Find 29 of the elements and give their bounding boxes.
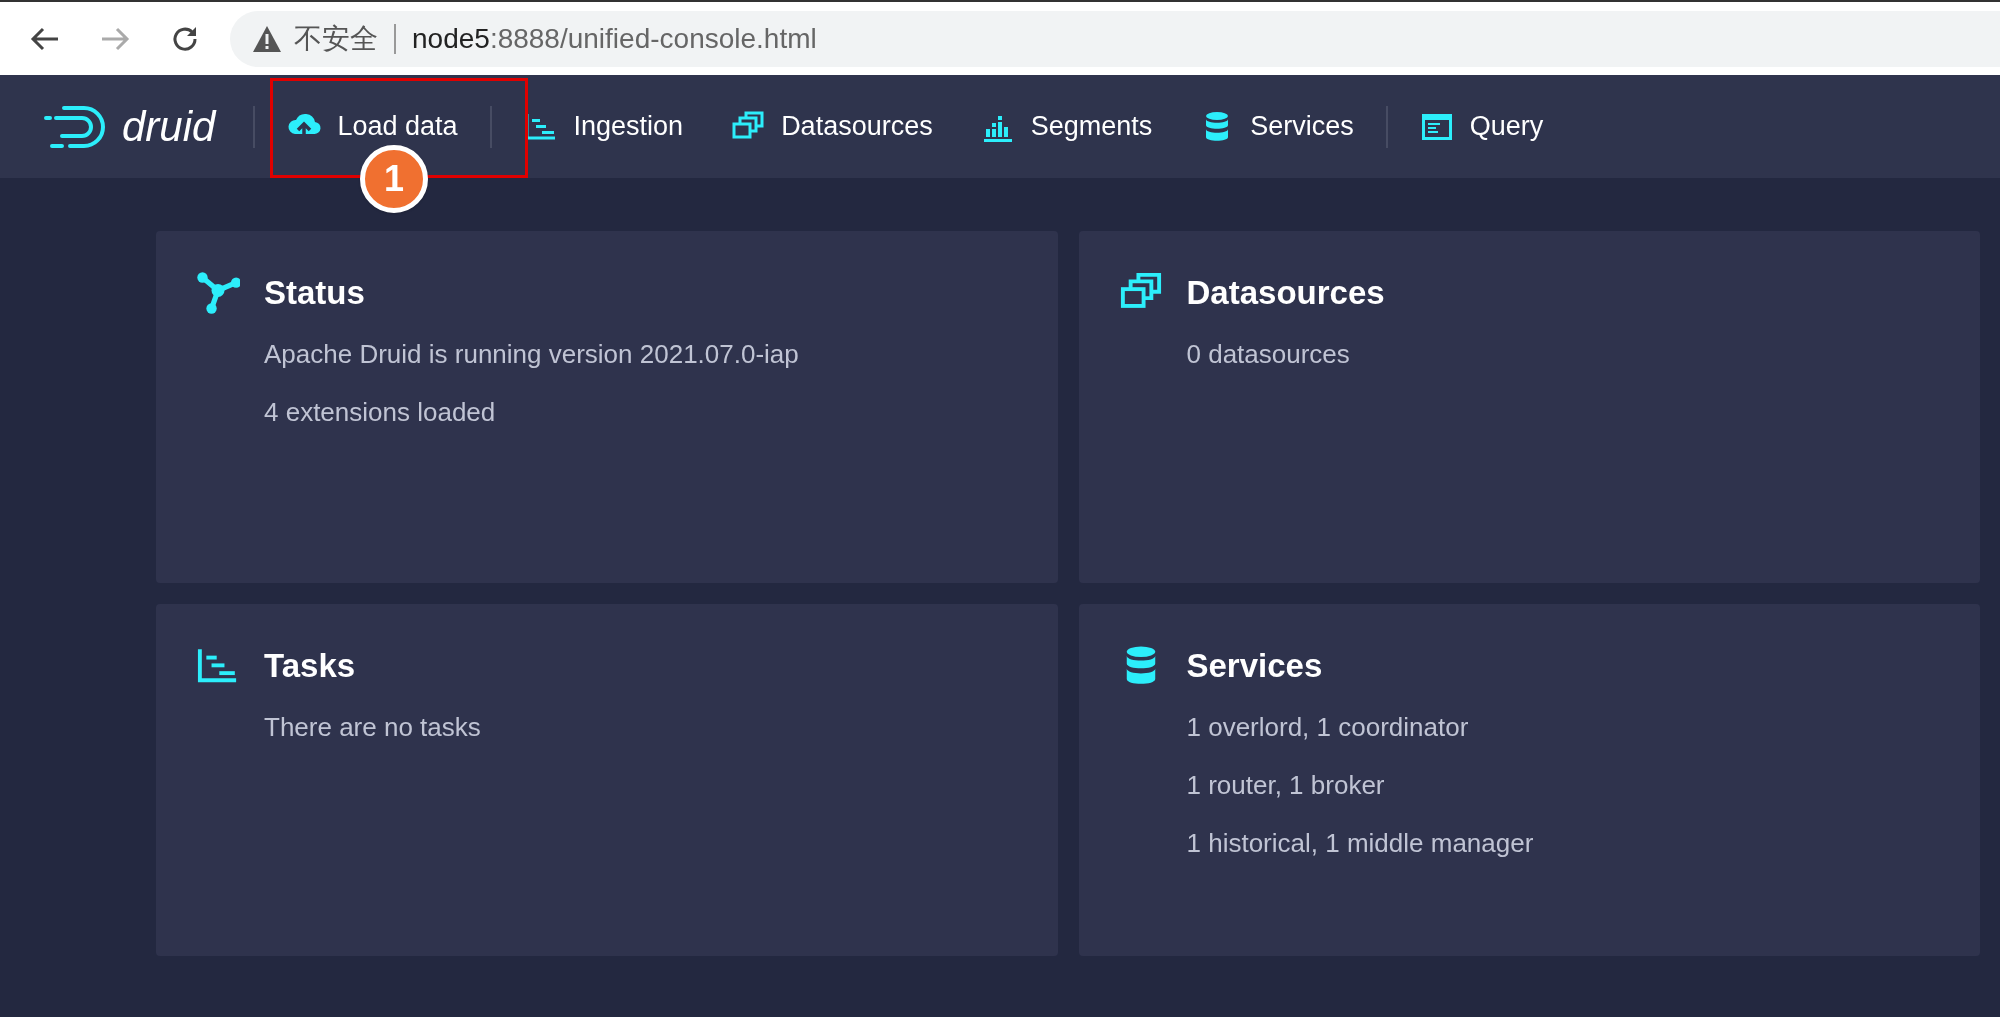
nav-tab[interactable]: Load data xyxy=(263,108,482,145)
card[interactable]: Status Apache Druid is running version 2021.07.0-iap 4 extensions loaded xyxy=(156,231,1058,583)
warning-icon xyxy=(252,24,282,53)
card-text: 1 router, 1 broker xyxy=(1186,769,1386,802)
step-number: 1 xyxy=(360,145,428,213)
card-title: Status xyxy=(264,273,366,313)
card-text: Apache Druid is running version 2021.07.0-iap xyxy=(264,338,799,371)
card[interactable]: Services 1 overlord, 1 coordinator 1 router, 1 broker 1 historical, 1 middle manager xyxy=(1078,604,1980,956)
card-title: Services xyxy=(1186,646,1324,686)
card-title: Datasources xyxy=(1186,273,1385,313)
nav-tab[interactable]: Services xyxy=(1176,108,1378,145)
address-bar[interactable]: 不安全 node5:8888/unified-console.html xyxy=(230,10,2000,67)
back-icon[interactable] xyxy=(30,25,60,52)
card-text: 1 overlord, 1 coordinator xyxy=(1186,711,1470,744)
card-text: 0 datasources xyxy=(1186,338,1351,371)
card-text: 1 historical, 1 middle manager xyxy=(1186,827,1534,860)
url-text: node5:8888/unified-console.html xyxy=(412,21,817,56)
card[interactable]: Datasources 0 datasources xyxy=(1078,231,1980,583)
nav-tab[interactable]: Ingestion xyxy=(499,108,708,145)
network-nodes-icon xyxy=(196,271,240,315)
security-label: 不安全 xyxy=(294,21,378,56)
card-text: 4 extensions loaded xyxy=(264,396,497,429)
card-text: There are no tasks xyxy=(264,711,481,744)
card[interactable]: Tasks There are no tasks xyxy=(156,604,1058,956)
nav-tab[interactable]: Segments xyxy=(956,108,1177,145)
card-title: Tasks xyxy=(264,646,357,686)
logo-text[interactable]: druid xyxy=(122,95,216,158)
nav-tab[interactable]: Datasources xyxy=(707,108,957,145)
nav-tab[interactable]: Query xyxy=(1395,108,1568,145)
